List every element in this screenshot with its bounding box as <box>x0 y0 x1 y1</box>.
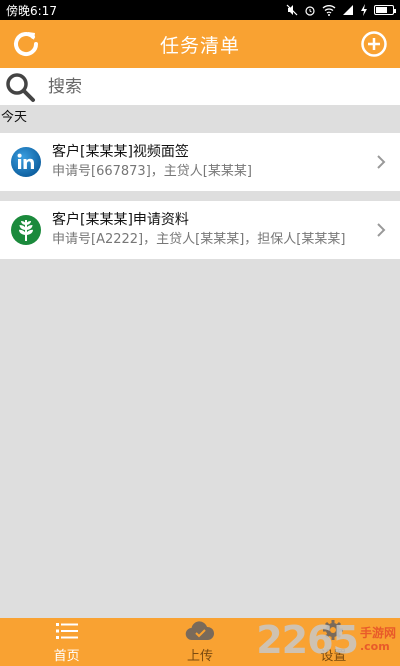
bottom-tab-bar: 首页 上传 设置 <box>0 618 400 666</box>
task-title: 客户[某某某]申请资料 <box>52 212 189 228</box>
add-task-button[interactable] <box>358 28 390 60</box>
section-label-today: 今天 <box>1 110 28 125</box>
search-icon[interactable] <box>4 71 36 103</box>
app-header: 任务清单 <box>0 20 400 68</box>
tab-settings[interactable]: 设置 <box>267 618 400 666</box>
add-circle-icon <box>361 31 387 57</box>
gear-icon <box>323 620 344 640</box>
chevron-right-icon <box>377 155 386 169</box>
signal-icon <box>343 5 353 15</box>
tab-settings-label: 设置 <box>320 649 347 664</box>
wifi-icon <box>322 5 336 16</box>
tab-home-label: 首页 <box>53 649 80 664</box>
linkedin-icon <box>11 147 41 177</box>
battery-icon <box>374 5 396 15</box>
tab-home[interactable]: 首页 <box>0 618 133 666</box>
search-bar <box>0 68 400 105</box>
task-list-item[interactable]: 客户[某某某]视频面签 申请号[667873]，主贷人[某某某] <box>0 133 400 191</box>
task-subtitle: 申请号[A2222]，主贷人[某某某]，担保人[某某某] <box>52 232 346 247</box>
status-bar: 傍晚6:17 <box>0 0 400 20</box>
list-icon <box>55 623 78 639</box>
status-time: 傍晚6:17 <box>6 3 57 18</box>
chevron-right-icon <box>377 223 386 237</box>
page-title: 任务清单 <box>159 34 240 57</box>
mute-icon <box>286 4 298 16</box>
task-subtitle: 申请号[667873]，主贷人[某某某] <box>52 164 252 179</box>
leaf-icon <box>11 215 41 245</box>
search-input[interactable] <box>48 76 368 97</box>
tab-upload[interactable]: 上传 <box>133 618 266 666</box>
task-title: 客户[某某某]视频面签 <box>52 144 189 160</box>
refresh-button[interactable] <box>10 28 42 60</box>
refresh-icon <box>14 32 39 57</box>
task-list-item[interactable]: 客户[某某某]申请资料 申请号[A2222]，主贷人[某某某]，担保人[某某某] <box>0 201 400 259</box>
charging-icon <box>361 4 367 16</box>
status-icons <box>286 4 396 16</box>
cloud-upload-icon <box>185 621 215 641</box>
tab-upload-label: 上传 <box>186 649 213 664</box>
alarm-icon <box>305 6 315 16</box>
